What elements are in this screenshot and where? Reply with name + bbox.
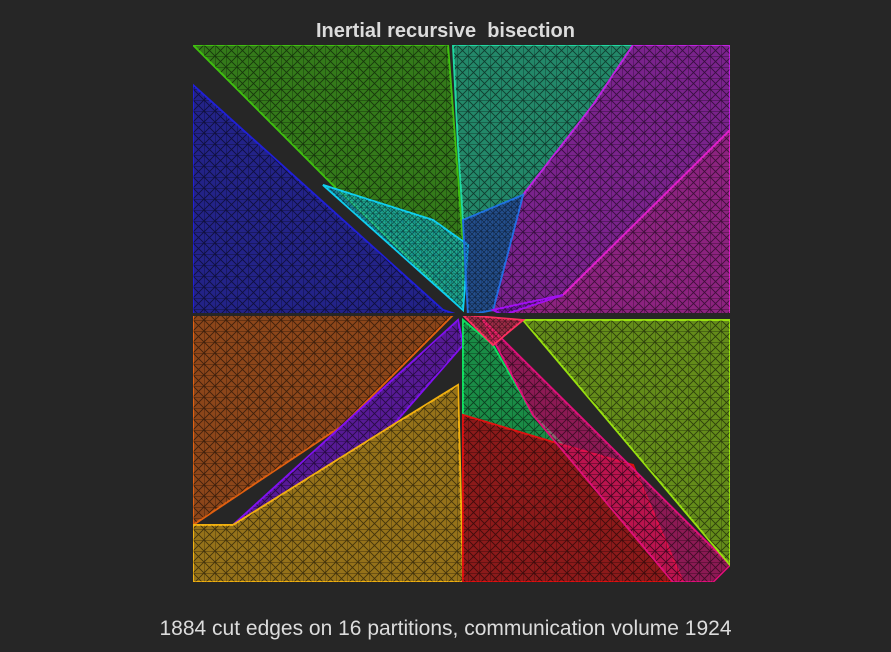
partitioned-mesh	[193, 45, 730, 582]
cut-line-horizontal	[193, 313, 730, 316]
chart-caption: 1884 cut edges on 16 partitions, communi…	[159, 617, 732, 640]
chart-title: Inertial recursive bisection	[316, 20, 575, 42]
